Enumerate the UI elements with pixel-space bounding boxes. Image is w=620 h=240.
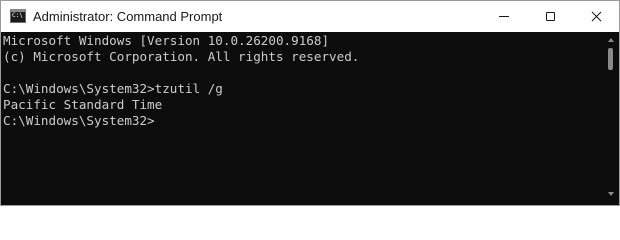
close-icon	[591, 11, 602, 22]
vertical-scrollbar[interactable]	[603, 32, 619, 205]
minimize-button[interactable]	[481, 1, 527, 32]
close-button[interactable]	[573, 1, 619, 32]
command-prompt-icon[interactable]: C:\	[10, 9, 26, 23]
command-prompt-line[interactable]: C:\Windows\System32>	[3, 113, 603, 129]
minimize-icon	[499, 16, 509, 17]
maximize-button[interactable]	[527, 1, 573, 32]
title-bar[interactable]: C:\ Administrator: Command Prompt	[1, 1, 619, 32]
console-line: Microsoft Windows [Version 10.0.26200.91…	[3, 33, 330, 48]
console-output[interactable]: Microsoft Windows [Version 10.0.26200.91…	[1, 32, 603, 205]
scrollbar-thumb[interactable]	[608, 48, 613, 70]
window-title: Administrator: Command Prompt	[33, 9, 223, 24]
console-line: C:\Windows\System32>tzutil /g	[3, 81, 223, 96]
maximize-icon	[545, 12, 555, 21]
command-prompt-window: C:\ Administrator: Command Prompt Micros…	[0, 0, 620, 206]
app-icon-text: C:\	[12, 12, 23, 19]
console-line: Pacific Standard Time	[3, 97, 163, 112]
scroll-down-icon[interactable]	[608, 192, 614, 196]
console-line: (c) Microsoft Corporation. All rights re…	[3, 49, 360, 64]
scroll-up-icon[interactable]	[608, 38, 614, 42]
